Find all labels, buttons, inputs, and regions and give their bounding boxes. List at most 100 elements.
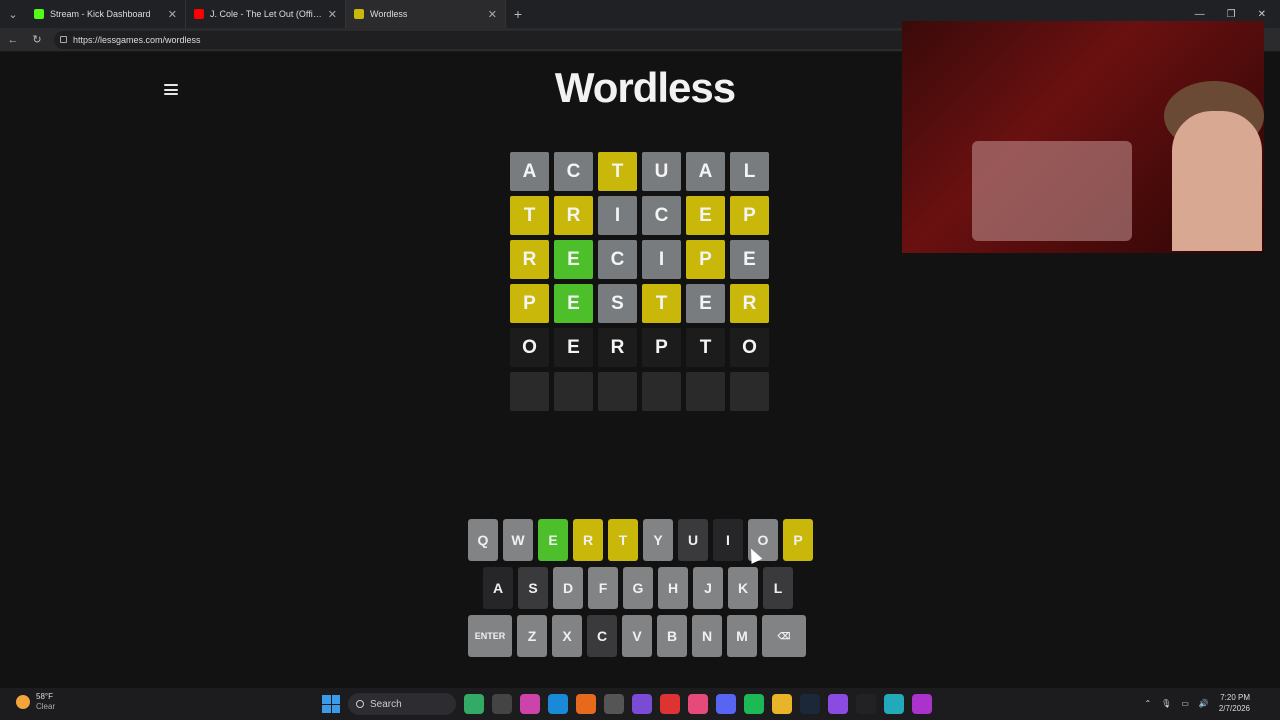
webcam-background: [972, 141, 1132, 241]
steam-icon[interactable]: [800, 694, 820, 714]
close-window-button[interactable]: ✕: [1258, 9, 1266, 20]
tab-title: Wordless: [370, 9, 408, 19]
key-u[interactable]: U: [678, 519, 708, 561]
network-icon[interactable]: ▭: [1181, 699, 1189, 708]
restore-button[interactable]: ❐: [1227, 9, 1236, 20]
backspace-key[interactable]: ⌫: [762, 615, 806, 657]
edge-icon[interactable]: [548, 694, 568, 714]
music-icon[interactable]: [688, 694, 708, 714]
key-a[interactable]: A: [483, 567, 513, 609]
key-w[interactable]: W: [503, 519, 533, 561]
back-icon[interactable]: ←: [6, 34, 20, 46]
url-field[interactable]: https://lessgames.com/wordless: [54, 30, 934, 49]
key-k[interactable]: K: [728, 567, 758, 609]
widgets-icon[interactable]: [464, 694, 484, 714]
fx-icon[interactable]: [912, 694, 932, 714]
taskbar-apps: Search: [322, 693, 932, 715]
file-explorer-icon[interactable]: [772, 694, 792, 714]
windows-start-icon[interactable]: [322, 695, 340, 713]
key-t[interactable]: T: [608, 519, 638, 561]
clock[interactable]: 7:20 PM 2/7/2026: [1219, 692, 1250, 714]
browser-tab[interactable]: Stream - Kick Dashboard ✕: [26, 0, 186, 28]
reload-icon[interactable]: ↻: [30, 33, 44, 46]
close-tab-icon[interactable]: ✕: [328, 8, 337, 21]
keyboard-row: ENTER Z X C V B N M ⌫: [468, 615, 813, 657]
keyboard-row: ASDFGHJKL: [483, 567, 813, 609]
board-row: [510, 372, 769, 411]
letter-tile: [554, 372, 593, 411]
menu-icon[interactable]: [164, 84, 178, 95]
key-n[interactable]: N: [692, 615, 722, 657]
chevron-up-icon[interactable]: ⌃: [1144, 699, 1151, 708]
page-title: Wordless: [554, 64, 736, 111]
letter-tile: C: [598, 240, 637, 279]
letter-tile: A: [686, 152, 725, 191]
key-m[interactable]: M: [727, 615, 757, 657]
weather-desc: Clear: [36, 702, 56, 711]
weather-widget[interactable]: 58°F Clear: [16, 692, 55, 712]
streamer: [1172, 111, 1262, 251]
key-r[interactable]: R: [573, 519, 603, 561]
key-d[interactable]: D: [553, 567, 583, 609]
letter-tile: E: [686, 284, 725, 323]
browser-tab[interactable]: J. Cole - The Let Out (Official... ✕: [186, 0, 346, 28]
key-f[interactable]: F: [588, 567, 618, 609]
letter-tile: [642, 372, 681, 411]
tab-actions-menu[interactable]: ⌄: [0, 0, 26, 28]
key-x[interactable]: X: [552, 615, 582, 657]
key-y[interactable]: Y: [643, 519, 673, 561]
key-s[interactable]: S: [518, 567, 548, 609]
board-row: ACTUAL: [510, 152, 769, 191]
app-red-icon[interactable]: [660, 694, 680, 714]
letter-tile: E: [730, 240, 769, 279]
key-z[interactable]: Z: [517, 615, 547, 657]
letter-tile: E: [554, 328, 593, 367]
key-c[interactable]: C: [587, 615, 617, 657]
key-b[interactable]: B: [657, 615, 687, 657]
board-row: OERPTO: [510, 328, 769, 367]
key-g[interactable]: G: [623, 567, 653, 609]
task-view-icon[interactable]: [492, 694, 512, 714]
firefox-icon[interactable]: [576, 694, 596, 714]
spotify-icon[interactable]: [744, 694, 764, 714]
board-row: TRICEP: [510, 196, 769, 235]
app-teal-icon[interactable]: [884, 694, 904, 714]
tab-title: Stream - Kick Dashboard: [50, 9, 151, 19]
app-dark-icon[interactable]: [856, 694, 876, 714]
tab-list: Stream - Kick Dashboard ✕ J. Cole - The …: [26, 0, 506, 28]
letter-tile: O: [730, 328, 769, 367]
key-l[interactable]: L: [763, 567, 793, 609]
key-v[interactable]: V: [622, 615, 652, 657]
microphone-icon[interactable]: 🎙: [1161, 699, 1171, 708]
key-p[interactable]: P: [783, 519, 813, 561]
enter-key[interactable]: ENTER: [468, 615, 512, 657]
key-e[interactable]: E: [538, 519, 568, 561]
site-info-icon[interactable]: [60, 36, 67, 43]
new-tab-button[interactable]: +: [506, 6, 530, 22]
key-i[interactable]: I: [713, 519, 743, 561]
on-screen-keyboard: Q W E R T Y U I O P A S D F G H J K L ENTER Z X C V B N M ⌫: [468, 519, 813, 663]
letter-tile: C: [642, 196, 681, 235]
minimize-button[interactable]: —: [1195, 9, 1205, 20]
close-tab-icon[interactable]: ✕: [168, 8, 177, 21]
taskbar-search[interactable]: Search: [348, 693, 456, 715]
browser-tab[interactable]: Wordless ✕: [346, 0, 506, 28]
board-row: RECIPE: [510, 240, 769, 279]
key-q[interactable]: Q: [468, 519, 498, 561]
clock-date: 2/7/2026: [1218, 704, 1250, 713]
letter-tile: [686, 372, 725, 411]
key-j[interactable]: J: [693, 567, 723, 609]
obs-icon[interactable]: [604, 694, 624, 714]
letter-tile: [598, 372, 637, 411]
app-icon[interactable]: [632, 694, 652, 714]
windows-taskbar: 58°F Clear Search ⌃ 🎙 ▭ 🔊 7:20 PM 2/7/20…: [0, 688, 1280, 720]
letter-tile: R: [730, 284, 769, 323]
volume-icon[interactable]: 🔊: [1199, 699, 1209, 708]
search-label: Search: [370, 698, 402, 710]
close-tab-icon[interactable]: ✕: [488, 8, 497, 21]
keyboard-row: QWERTYUIOP: [468, 519, 813, 561]
discord-icon[interactable]: [716, 694, 736, 714]
app-purple-icon[interactable]: [828, 694, 848, 714]
key-h[interactable]: H: [658, 567, 688, 609]
copilot-icon[interactable]: [520, 694, 540, 714]
